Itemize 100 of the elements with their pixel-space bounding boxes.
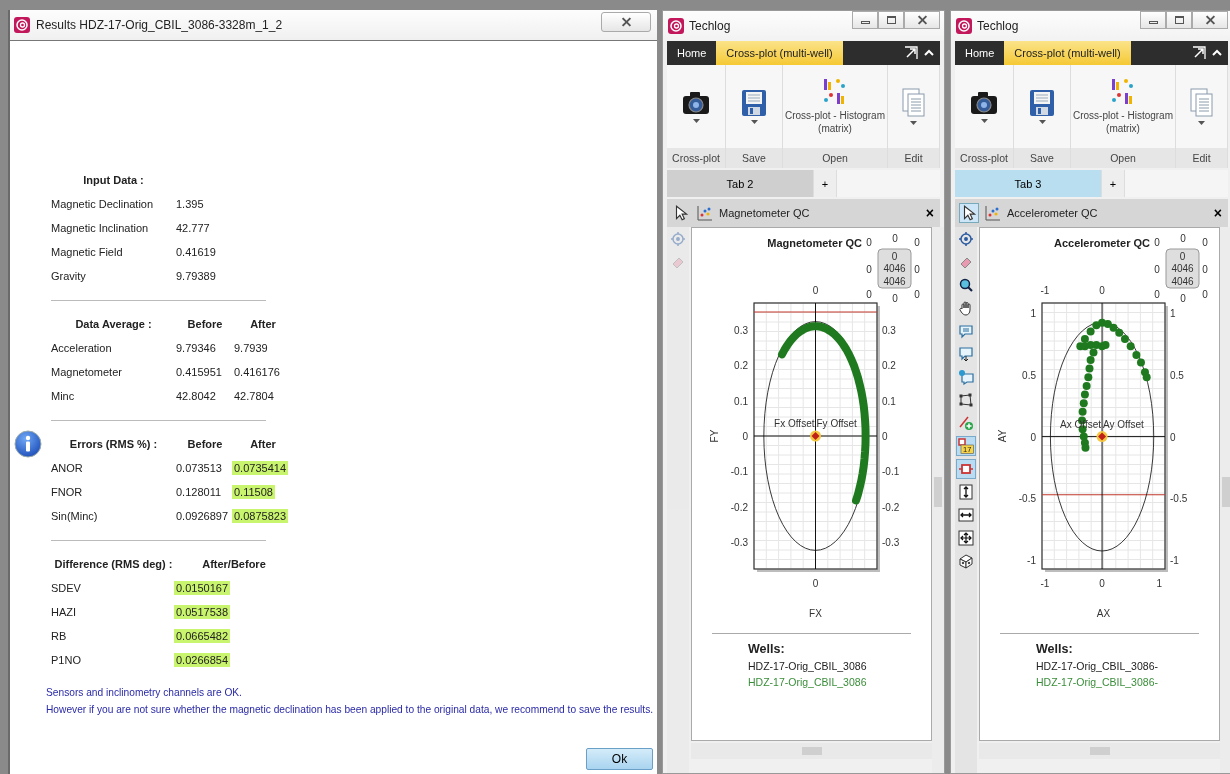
ok-button[interactable]: Ok	[586, 748, 653, 770]
close-panel-button[interactable]: ×	[1207, 205, 1228, 221]
scale-box	[877, 248, 912, 289]
scale-value: 0	[866, 264, 872, 275]
speech-bubble-arrow-icon[interactable]	[956, 344, 976, 364]
scale-value: 0	[1154, 237, 1160, 248]
tick-label: 0	[1099, 285, 1105, 296]
value-text: 42.8042	[175, 389, 217, 403]
value-text: 0.128011	[175, 485, 223, 499]
offset-label: Fx Offset	[774, 418, 815, 429]
tick-label: -0.3	[730, 537, 748, 549]
pointer-icon[interactable]	[959, 203, 979, 223]
tick-label: 0.1	[734, 395, 748, 407]
scrollbar-thumb[interactable]	[1222, 477, 1230, 507]
column-heading: After	[250, 318, 276, 330]
value-text: 0.0517538	[174, 605, 230, 619]
scale-value: 0	[866, 289, 872, 300]
horizontal-scrollbar[interactable]	[691, 743, 932, 759]
value-text: 9.79346	[175, 341, 217, 355]
tick-label: 1	[1156, 578, 1163, 589]
four-arrows-icon[interactable]	[956, 528, 976, 548]
group-label: Save	[726, 148, 782, 168]
row-label: Sin(Minc)	[51, 510, 99, 522]
close-button[interactable]	[1192, 11, 1228, 29]
vertical-scrollbar[interactable]	[932, 227, 944, 773]
value-text: 0.415951	[175, 365, 223, 379]
caret-icon	[692, 119, 700, 123]
group-label: Edit	[1176, 148, 1227, 168]
scrollbar-thumb[interactable]	[1089, 747, 1110, 755]
collapse-caret-icon[interactable]	[1212, 48, 1222, 58]
minimize-button[interactable]	[852, 11, 878, 29]
scale-value: 0	[914, 264, 920, 275]
vertical-arrows-icon[interactable]	[956, 482, 976, 502]
polygon-icon[interactable]	[956, 390, 976, 410]
tick-label: 1	[1030, 307, 1036, 319]
offset-label: Ay Offset	[1103, 418, 1144, 430]
vertical-scrollbar[interactable]	[1220, 227, 1230, 773]
chart-matrix-icon	[1111, 78, 1135, 106]
add-tab-button[interactable]: +	[813, 170, 837, 197]
value-text: 42.777	[175, 221, 211, 235]
window-title: Techlog	[977, 19, 1019, 33]
document-tab[interactable]: Tab 2	[667, 170, 813, 197]
tick-label: 0.2	[734, 360, 748, 372]
maximize-button[interactable]	[878, 11, 904, 29]
chart-title: Magnetometer QC	[767, 237, 862, 249]
maximize-button[interactable]	[1166, 11, 1192, 29]
value-text: 0.416176	[233, 365, 281, 379]
ribbon-tab[interactable]: Home	[667, 41, 717, 65]
close-button[interactable]	[601, 12, 651, 32]
add-tab-button[interactable]: +	[1101, 170, 1125, 197]
offset-label: Fy Offset	[816, 418, 857, 429]
close-button[interactable]	[904, 11, 940, 29]
caret-icon	[910, 121, 917, 125]
scatter-plot-icon	[697, 205, 713, 221]
legend-heading: Wells:	[748, 642, 785, 656]
panel-title: Magnetometer QC	[719, 207, 810, 219]
chart-matrix-icon	[823, 78, 847, 106]
tick-label: -0.5	[1018, 493, 1036, 505]
scale-value: 0	[1154, 289, 1160, 300]
group-label: Save	[1014, 148, 1070, 168]
document-tab[interactable]: Tab 3	[955, 170, 1101, 197]
row-label: HAZI	[51, 606, 78, 618]
minimize-button[interactable]	[1140, 11, 1166, 29]
ribbon-tab[interactable]: Cross-plot (multi-well)	[1004, 41, 1131, 65]
documents-icon	[1189, 88, 1214, 118]
panel-title: Accelerometer QC	[1007, 207, 1098, 219]
value-text: 0.0150167	[174, 581, 230, 595]
scale-value: 0	[914, 237, 920, 248]
expand-icon[interactable]	[1192, 46, 1206, 60]
expand-icon[interactable]	[904, 46, 918, 60]
offset-marker	[1096, 431, 1108, 443]
collapse-caret-icon[interactable]	[924, 48, 934, 58]
scale-value: 0	[1180, 293, 1186, 304]
ribbon-button[interactable]: Cross-plot - Histogram (matrix)	[783, 65, 887, 148]
scale-value: 0	[1202, 237, 1208, 248]
scrollbar-thumb[interactable]	[934, 477, 942, 507]
status-message: However if you are not sure whether the magnetic declination has been applied to the original data, we recommend to save the results.	[46, 703, 655, 717]
horizontal-arrows-icon[interactable]	[956, 505, 976, 525]
legend-heading: Wells:	[1036, 642, 1073, 656]
tick-label: -0.5	[1170, 493, 1188, 505]
info-icon	[14, 430, 42, 458]
tick-label: 0	[812, 578, 819, 589]
horizontal-scrollbar[interactable]	[979, 743, 1220, 759]
ribbon-tab[interactable]: Cross-plot (multi-well)	[716, 41, 843, 65]
close-panel-button[interactable]: ×	[919, 205, 940, 221]
value-text: 1.395	[175, 197, 205, 211]
tick-label: 0	[1030, 431, 1036, 443]
scrollbar-thumb[interactable]	[801, 747, 822, 755]
ribbon-button[interactable]: Cross-plot - Histogram (matrix)	[1071, 65, 1175, 148]
node-icon[interactable]	[956, 459, 976, 479]
axis-label: AX	[1096, 608, 1111, 617]
chart-title: Accelerometer QC	[1054, 237, 1150, 249]
scale-value: 0	[1180, 233, 1186, 244]
caret-icon	[1198, 121, 1205, 125]
group-label: Cross-plot	[667, 148, 725, 168]
row-label: P1NO	[51, 654, 82, 666]
tick-label: 0.5	[1170, 369, 1184, 381]
ribbon-tab[interactable]: Home	[955, 41, 1005, 65]
target-icon[interactable]	[956, 229, 976, 249]
caret-icon	[1038, 120, 1046, 124]
